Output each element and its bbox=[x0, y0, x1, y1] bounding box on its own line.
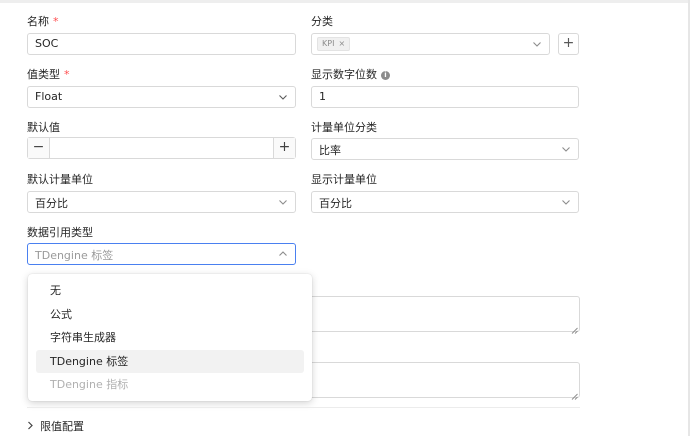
dropdown-option[interactable]: 无 bbox=[36, 279, 304, 303]
textarea-1[interactable] bbox=[290, 296, 580, 334]
unit-category-label: 计量单位分类 bbox=[311, 121, 377, 134]
category-tag: KPI × bbox=[317, 37, 351, 51]
tag-close-icon[interactable]: × bbox=[338, 39, 345, 48]
dropdown-option-disabled: TDengine 指标 bbox=[50, 378, 129, 391]
chevron-down-icon bbox=[278, 197, 288, 207]
name-label-text: 名称 bbox=[27, 15, 49, 28]
data-ref-type-select[interactable]: TDengine 标签 bbox=[27, 243, 296, 265]
display-digits-value: 1 bbox=[319, 90, 326, 103]
chevron-down-icon bbox=[561, 144, 571, 154]
resize-handle-icon[interactable] bbox=[571, 389, 578, 400]
category-label: 分类 bbox=[311, 15, 333, 28]
default-unit-select[interactable]: 百分比 bbox=[27, 191, 296, 213]
decrement-button[interactable]: − bbox=[28, 138, 50, 158]
value-type-value: Float bbox=[35, 90, 63, 103]
name-input-value: SOC bbox=[35, 37, 59, 50]
name-label: 名称 * bbox=[27, 13, 59, 29]
category-select[interactable]: KPI × bbox=[311, 33, 550, 55]
info-icon[interactable]: i bbox=[381, 71, 390, 80]
dropdown-option[interactable]: 公式 bbox=[36, 303, 304, 327]
dropdown-option[interactable]: 字符串生成器 bbox=[36, 326, 304, 350]
chevron-down-icon bbox=[532, 39, 542, 49]
required-mark: * bbox=[53, 15, 59, 28]
limits-section-label: 限值配置 bbox=[40, 420, 84, 433]
limits-section-toggle[interactable]: 限值配置 bbox=[27, 418, 84, 434]
chevron-down-icon bbox=[561, 197, 571, 207]
default-value-label: 默认值 bbox=[27, 121, 60, 134]
value-type-label: 值类型 * bbox=[27, 66, 70, 82]
category-tag-text: KPI bbox=[322, 39, 335, 48]
chevron-up-icon bbox=[278, 249, 288, 259]
add-category-button[interactable]: + bbox=[558, 33, 579, 55]
required-mark: * bbox=[64, 68, 70, 81]
unit-category-value: 比率 bbox=[319, 144, 341, 157]
chevron-down-icon bbox=[278, 92, 288, 102]
value-type-select[interactable]: Float bbox=[27, 86, 296, 108]
default-value-stepper[interactable]: − + bbox=[27, 137, 296, 159]
data-ref-type-label: 数据引用类型 bbox=[27, 226, 93, 239]
section-divider bbox=[27, 407, 580, 408]
increment-button[interactable]: + bbox=[273, 138, 295, 158]
window-top-edge bbox=[0, 0, 690, 3]
display-unit-value: 百分比 bbox=[319, 197, 352, 210]
display-digits-label: 显示数字位数 i bbox=[311, 66, 390, 82]
name-input[interactable]: SOC bbox=[27, 33, 296, 55]
display-digits-input[interactable]: 1 bbox=[311, 86, 579, 108]
display-digits-label-text: 显示数字位数 bbox=[311, 68, 377, 81]
default-unit-value: 百分比 bbox=[35, 197, 68, 210]
display-unit-label: 显示计量单位 bbox=[311, 173, 377, 186]
value-type-label-text: 值类型 bbox=[27, 68, 60, 81]
resize-handle-icon[interactable] bbox=[571, 323, 578, 334]
data-ref-type-value: TDengine 标签 bbox=[35, 249, 114, 262]
default-unit-label: 默认计量单位 bbox=[27, 173, 93, 186]
dropdown-option-selected[interactable]: TDengine 标签 bbox=[36, 349, 304, 373]
data-ref-type-dropdown: 无 公式 字符串生成器 TDengine 标签 TDengine 指标 bbox=[28, 274, 312, 401]
unit-category-select[interactable]: 比率 bbox=[311, 138, 579, 160]
textarea-2[interactable] bbox=[290, 362, 580, 400]
chevron-right-icon bbox=[27, 421, 34, 433]
display-unit-select[interactable]: 百分比 bbox=[311, 191, 579, 213]
